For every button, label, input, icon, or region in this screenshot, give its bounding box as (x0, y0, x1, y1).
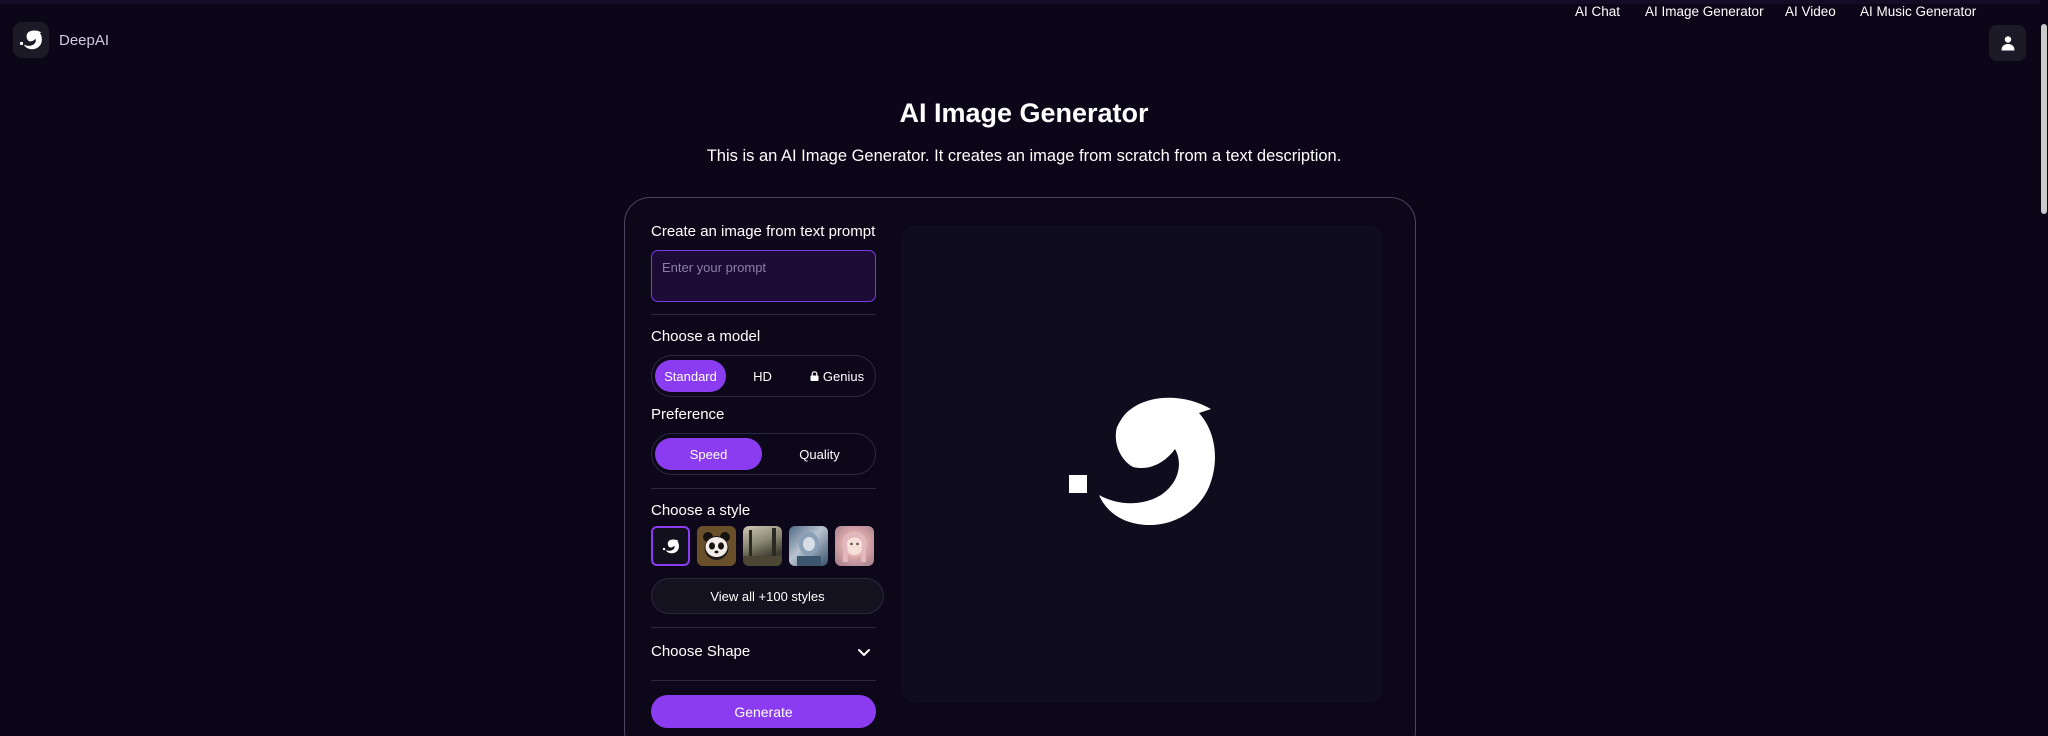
divider (651, 314, 876, 315)
choose-shape-toggle[interactable]: Choose Shape (651, 634, 876, 670)
page-subtitle: This is an AI Image Generator. It create… (706, 147, 1342, 165)
prompt-input[interactable]: Enter your prompt (651, 250, 876, 302)
divider (651, 680, 876, 681)
chevron-down-icon (858, 649, 870, 656)
model-option-standard[interactable]: Standard (655, 360, 726, 392)
brand-name: DeepAI (59, 31, 110, 49)
model-selector: Standard HD Genius (651, 355, 876, 397)
style-thumb-robot[interactable] (789, 526, 828, 566)
view-all-styles-button[interactable]: View all +100 styles (651, 578, 884, 614)
divider (651, 488, 876, 489)
user-account-button[interactable] (1989, 25, 2026, 61)
nav-ai-video[interactable]: AI Video (1785, 4, 1836, 19)
panda-image (703, 532, 730, 557)
model-option-label: HD (753, 368, 772, 384)
forest-image (743, 528, 782, 566)
preference-option-speed[interactable]: Speed (655, 438, 762, 470)
preference-option-label: Quality (799, 446, 840, 462)
robot-image (797, 532, 821, 566)
preference-option-quality[interactable]: Quality (764, 438, 875, 470)
preference-option-label: Speed (689, 446, 728, 462)
deepai-logo-icon (662, 539, 679, 553)
portrait-image (843, 532, 866, 562)
model-label: Choose a model (651, 328, 761, 345)
generate-button[interactable]: Generate (651, 695, 876, 728)
page-title: AI Image Generator (899, 98, 1149, 128)
style-label: Choose a style (651, 502, 751, 519)
brand[interactable]: DeepAI (13, 22, 109, 58)
style-thumb-default[interactable] (651, 526, 690, 566)
model-option-hd[interactable]: HD (727, 360, 798, 392)
deepai-dolphin-logo-icon (1069, 397, 1215, 526)
nav-ai-music-generator[interactable]: AI Music Generator (1860, 4, 1976, 19)
style-thumb-forest[interactable] (743, 526, 782, 566)
preference-selector: Speed Quality (651, 433, 876, 475)
user-icon (2001, 36, 2014, 51)
style-thumb-portrait[interactable] (835, 526, 874, 566)
top-navbar: DeepAI AI Chat AI Image Generator AI Vid… (0, 0, 2048, 76)
model-option-genius[interactable]: Genius (799, 360, 875, 392)
nav-ai-chat[interactable]: AI Chat (1575, 4, 1620, 19)
style-thumb-panda[interactable] (697, 526, 736, 566)
shape-label: Choose Shape (651, 643, 751, 660)
prompt-label: Create an image from text prompt (651, 223, 876, 240)
generator-card: Create an image from text prompt Enter y… (624, 197, 1416, 736)
preference-label: Preference (651, 406, 725, 423)
lock-icon (810, 371, 819, 381)
deepai-logo-icon (13, 22, 49, 58)
nav-ai-image-generator[interactable]: AI Image Generator (1645, 4, 1764, 19)
model-option-label: Genius (822, 368, 865, 384)
image-preview-area (901, 225, 1382, 703)
prompt-placeholder: Enter your prompt (662, 260, 767, 275)
model-option-label: Standard (664, 368, 717, 384)
divider (651, 627, 876, 628)
style-thumbnails (651, 526, 891, 568)
